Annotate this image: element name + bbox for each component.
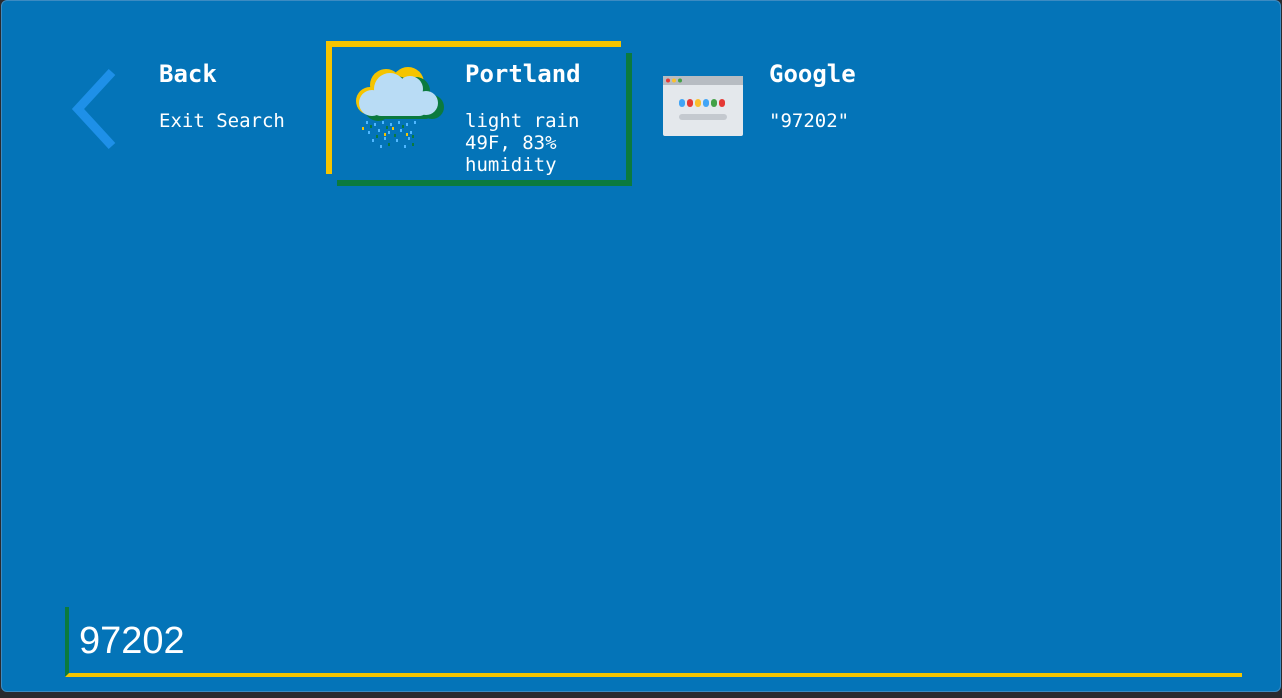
google-search-result[interactable]: Google "97202" — [657, 41, 917, 186]
launcher-window: Back Exit Search Portland light rain 49F… — [1, 0, 1281, 692]
weather-details: light rain 49F, 83% humidity — [465, 110, 580, 176]
chevron-left-icon — [71, 68, 116, 150]
back-subtitle: Exit Search — [159, 110, 285, 132]
search-input[interactable] — [79, 615, 1229, 667]
back-title: Back — [159, 60, 217, 88]
google-title: Google — [769, 60, 856, 88]
rain-cloud-icon — [356, 67, 444, 148]
back-result[interactable]: Back Exit Search — [62, 41, 312, 186]
weather-result[interactable]: Portland light rain 49F, 83% humidity — [326, 41, 632, 186]
google-query: "97202" — [769, 110, 850, 132]
search-field — [65, 607, 1242, 677]
browser-window-icon — [663, 76, 743, 136]
weather-location: Portland — [465, 60, 581, 88]
